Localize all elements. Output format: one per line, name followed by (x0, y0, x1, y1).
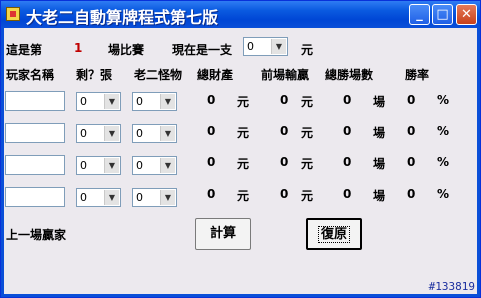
header-remaining: 剩？張 (76, 68, 113, 82)
twos-select[interactable]: 0 ▼ (132, 188, 177, 207)
window-title: 大老二自動算牌程式第七版 (26, 8, 219, 27)
player-name-input[interactable] (5, 91, 65, 111)
total-value: 0 (207, 93, 216, 107)
total-unit: 元 (237, 157, 250, 171)
wins-unit: 場 (373, 157, 386, 171)
game-number: 1 (74, 41, 83, 55)
twos-select[interactable]: 0 ▼ (132, 156, 177, 175)
chevron-down-icon[interactable]: ▼ (104, 190, 119, 205)
twos-select[interactable]: 0 ▼ (132, 124, 177, 143)
rate-unit: % (437, 93, 450, 107)
rate-value: 0 (407, 93, 416, 107)
last-winner-label: 上一場贏家 (6, 228, 67, 242)
total-value: 0 (207, 187, 216, 201)
chevron-down-icon[interactable]: ▼ (160, 158, 175, 173)
remaining-value: 0 (80, 127, 87, 140)
twos-value: 0 (136, 159, 143, 172)
remaining-value: 0 (80, 95, 87, 108)
total-unit: 元 (237, 95, 250, 109)
wins-value: 0 (343, 93, 352, 107)
rate-value: 0 (407, 187, 416, 201)
remaining-select[interactable]: 0 ▼ (76, 156, 121, 175)
client-area: 這是第 1 場比賽 現在是一支 0 ▼ 元 玩家名稱 剩？張 老二怪物 總財產 … (4, 28, 477, 294)
rate-value: 0 (407, 124, 416, 138)
total-value: 0 (207, 124, 216, 138)
last-unit: 元 (301, 157, 314, 171)
game-label-suffix: 場比賽 (108, 43, 145, 57)
chevron-down-icon[interactable]: ▼ (160, 94, 175, 109)
corner-id: #133819 (428, 280, 475, 293)
remaining-value: 0 (80, 159, 87, 172)
header-rate: 勝率 (405, 68, 430, 82)
last-unit: 元 (301, 95, 314, 109)
last-value: 0 (280, 93, 289, 107)
rate-value: 0 (407, 155, 416, 169)
close-button[interactable]: ✕ (456, 4, 477, 25)
player-name-input[interactable] (5, 187, 65, 207)
chevron-down-icon[interactable]: ▼ (104, 158, 119, 173)
per-unit-label: 現在是一支 (172, 43, 233, 57)
remaining-select[interactable]: 0 ▼ (76, 124, 121, 143)
chevron-down-icon[interactable]: ▼ (104, 94, 119, 109)
total-unit: 元 (237, 126, 250, 140)
unit-suffix: 元 (301, 43, 314, 57)
rate-unit: % (437, 155, 450, 169)
header-last: 前場輸贏 (261, 68, 310, 82)
remaining-value: 0 (80, 191, 87, 204)
wins-unit: 場 (373, 126, 386, 140)
last-value: 0 (280, 155, 289, 169)
calculate-button[interactable]: 計算 (195, 218, 251, 250)
restore-button[interactable]: 復原 (306, 218, 362, 250)
twos-select[interactable]: 0 ▼ (132, 92, 177, 111)
player-name-input[interactable] (5, 155, 65, 175)
maximize-button[interactable]: □ (432, 4, 453, 25)
total-unit: 元 (237, 189, 250, 203)
chevron-down-icon[interactable]: ▼ (160, 190, 175, 205)
twos-value: 0 (136, 127, 143, 140)
chevron-down-icon[interactable]: ▼ (104, 126, 119, 141)
wins-unit: 場 (373, 189, 386, 203)
chevron-down-icon[interactable]: ▼ (271, 39, 286, 54)
header-twos: 老二怪物 (134, 68, 183, 82)
wins-value: 0 (343, 124, 352, 138)
chevron-down-icon[interactable]: ▼ (160, 126, 175, 141)
last-unit: 元 (301, 126, 314, 140)
wins-value: 0 (343, 187, 352, 201)
unit-value: 0 (247, 40, 254, 53)
wins-value: 0 (343, 155, 352, 169)
twos-value: 0 (136, 191, 143, 204)
wins-unit: 場 (373, 95, 386, 109)
last-value: 0 (280, 187, 289, 201)
last-value: 0 (280, 124, 289, 138)
player-name-input[interactable] (5, 123, 65, 143)
total-value: 0 (207, 155, 216, 169)
app-icon[interactable] (6, 7, 20, 21)
rate-unit: % (437, 187, 450, 201)
minimize-button[interactable]: _ (409, 4, 430, 25)
remaining-select[interactable]: 0 ▼ (76, 92, 121, 111)
header-total: 總財產 (197, 68, 234, 82)
header-player-name: 玩家名稱 (6, 68, 55, 82)
game-label-prefix: 這是第 (6, 43, 43, 57)
title-bar[interactable]: 大老二自動算牌程式第七版 _ □ ✕ (1, 1, 480, 28)
unit-value-select[interactable]: 0 ▼ (243, 37, 288, 56)
rate-unit: % (437, 124, 450, 138)
app-window: 大老二自動算牌程式第七版 _ □ ✕ 這是第 1 場比賽 現在是一支 0 ▼ 元… (0, 0, 481, 298)
header-wins: 總勝場數 (325, 68, 374, 82)
twos-value: 0 (136, 95, 143, 108)
remaining-select[interactable]: 0 ▼ (76, 188, 121, 207)
last-unit: 元 (301, 189, 314, 203)
restore-button-label: 復原 (317, 226, 351, 243)
